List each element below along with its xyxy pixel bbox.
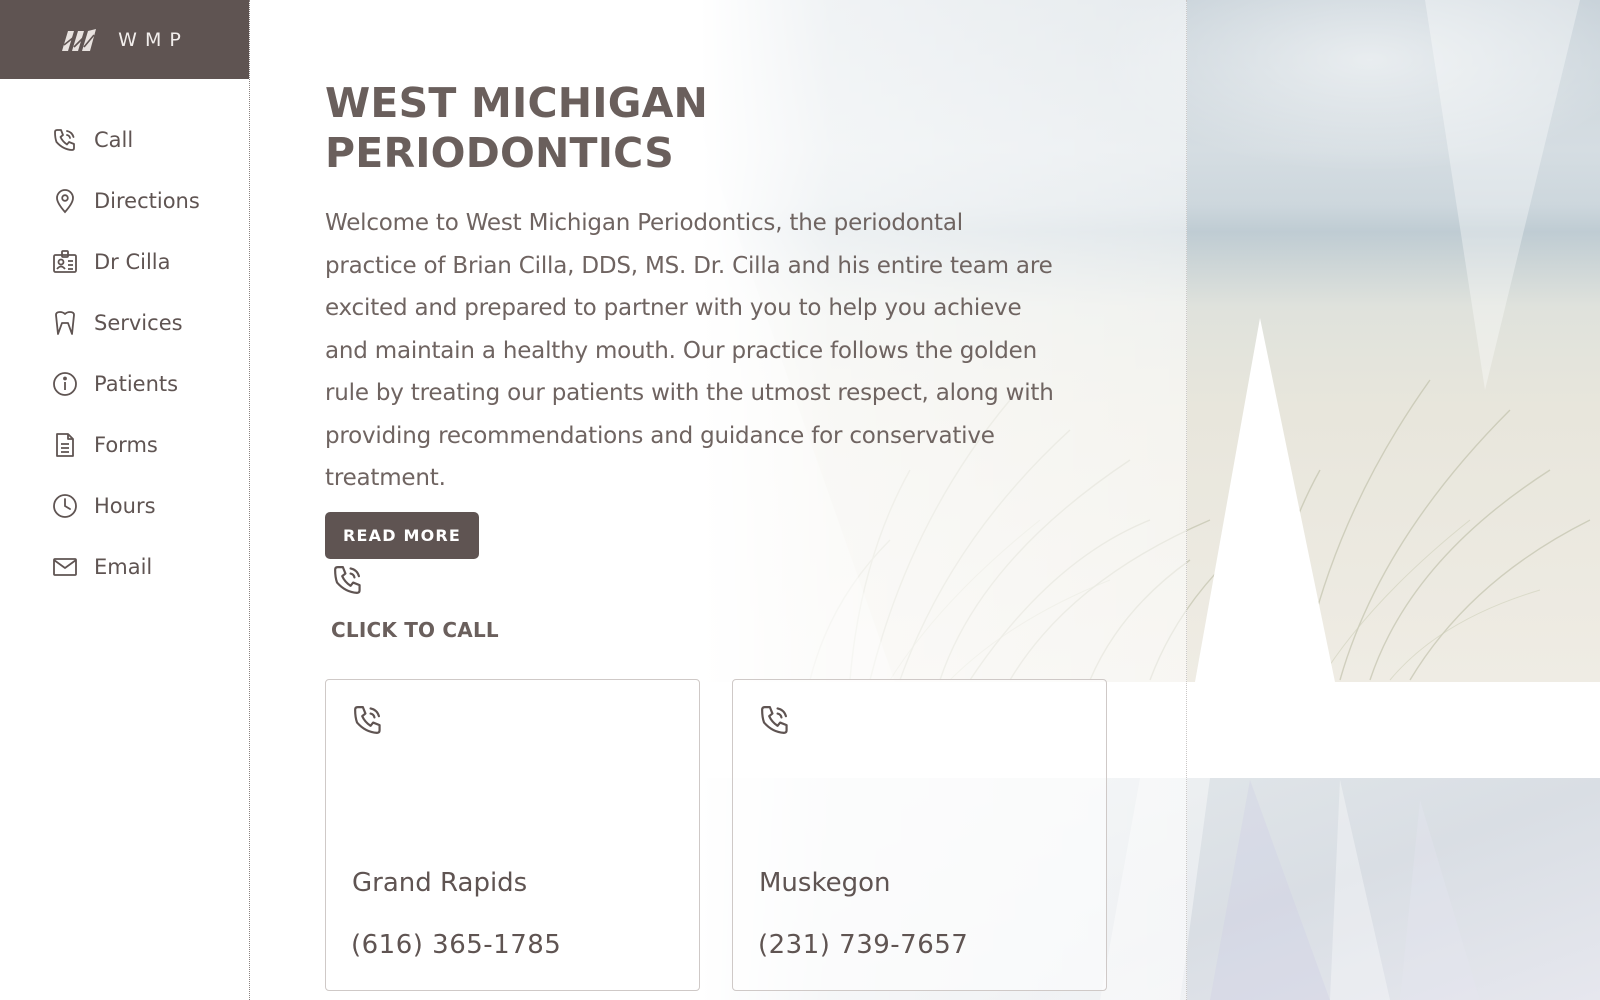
logo-text: WMP: [118, 28, 189, 51]
sidebar-item-label: Directions: [94, 188, 200, 213]
page-title: WEST MICHIGAN PERIODONTICS: [325, 79, 709, 177]
sidebar-item-services[interactable]: Services: [0, 292, 249, 353]
sidebar-item-forms[interactable]: Forms: [0, 414, 249, 475]
sidebar-item-label: Patients: [94, 371, 179, 396]
sidebar-item-call[interactable]: Call: [0, 109, 249, 170]
location-city: Muskegon: [759, 868, 891, 898]
click-to-call-link[interactable]: CLICK TO CALL: [331, 618, 499, 642]
sidebar-item-email[interactable]: Email: [0, 536, 249, 597]
phone-icon: [757, 702, 793, 738]
clock-icon: [50, 491, 80, 521]
read-more-button[interactable]: READ MORE: [325, 511, 480, 559]
phone-icon: [50, 125, 80, 155]
id-badge-icon: [50, 247, 80, 277]
location-card-grand-rapids[interactable]: Grand Rapids (616) 365-1785: [325, 679, 700, 991]
sidebar-item-directions[interactable]: Directions: [0, 170, 249, 231]
sidebar-item-label: Services: [94, 310, 183, 335]
sidebar-item-label: Dr Cilla: [94, 249, 171, 274]
intro-section: WEST MICHIGAN PERIODONTICS Welcome to We…: [325, 78, 1065, 559]
sidebar-item-label: Email: [94, 554, 153, 579]
sidebar-item-dr-cilla[interactable]: Dr Cilla: [0, 231, 249, 292]
sidebar-item-patients[interactable]: Patients: [0, 353, 249, 414]
info-icon: [50, 369, 80, 399]
intro-paragraph: Welcome to West Michigan Periodontics, t…: [325, 210, 1054, 491]
location-cards: Grand Rapids (616) 365-1785 Muskegon (23…: [325, 679, 1107, 991]
sidebar-item-label: Forms: [94, 432, 158, 457]
sidebar-nav: Call Directions Dr Cilla Services Patien…: [0, 109, 249, 597]
call-phone-icon[interactable]: [330, 562, 366, 602]
sidebar-item-label: Call: [94, 127, 134, 152]
wmp-logo-icon: [62, 28, 97, 51]
sidebar-item-label: Hours: [94, 493, 156, 518]
document-icon: [50, 430, 80, 460]
tooth-icon: [50, 308, 80, 338]
location-card-muskegon[interactable]: Muskegon (231) 739-7657: [732, 679, 1107, 991]
envelope-icon: [50, 552, 80, 582]
sidebar: WMP Call Directions Dr Cilla Services Pa…: [0, 0, 250, 1000]
main-content: WEST MICHIGAN PERIODONTICS Welcome to We…: [250, 0, 1187, 1000]
phone-icon: [350, 702, 386, 738]
map-pin-icon: [50, 186, 80, 216]
phone-icon: [334, 566, 361, 594]
location-phone[interactable]: (616) 365-1785: [351, 930, 561, 960]
location-city: Grand Rapids: [352, 868, 528, 898]
logo-bar[interactable]: WMP: [0, 0, 249, 79]
location-phone[interactable]: (231) 739-7657: [758, 930, 968, 960]
sidebar-item-hours[interactable]: Hours: [0, 475, 249, 536]
